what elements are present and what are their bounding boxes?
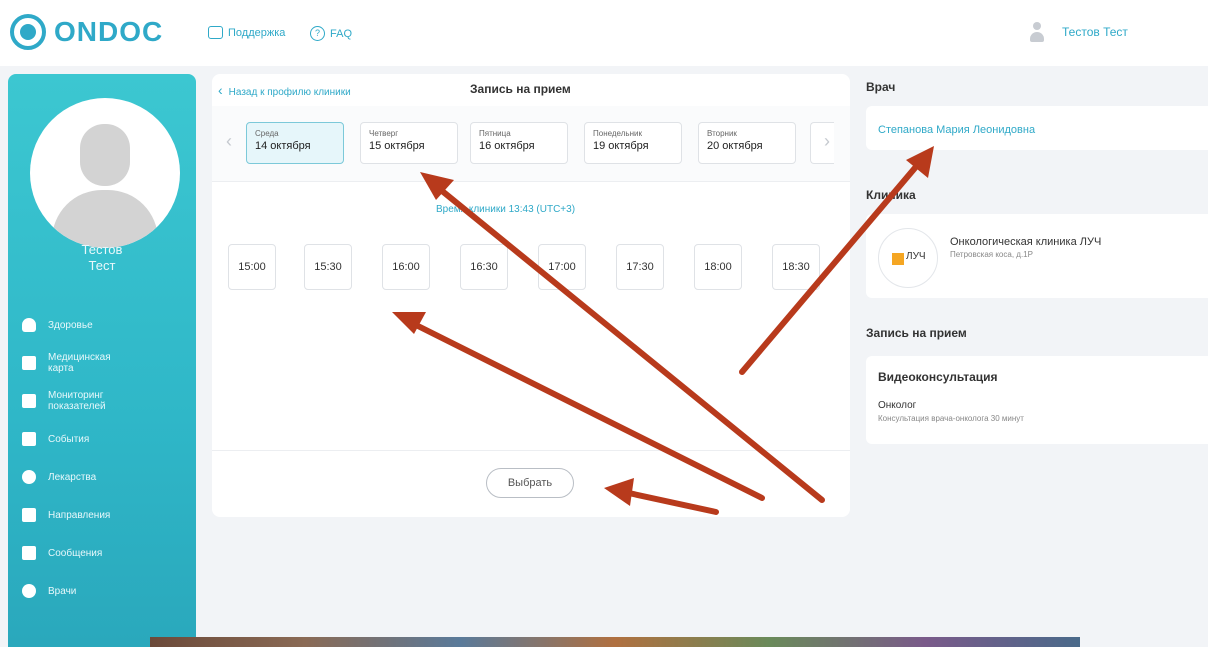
clinic-logo: ЛУЧ	[878, 228, 938, 288]
top-bar: ONDOC Поддержка ? FAQ Тестов Тест	[0, 0, 1208, 66]
date-option[interactable]: Понедельник 19 октября	[584, 122, 682, 164]
doctor-icon	[22, 584, 36, 598]
select-button[interactable]: Выбрать	[486, 468, 574, 498]
date-day-month: 15 октября	[369, 140, 425, 152]
date-option[interactable]: Пятница 16 октября	[470, 122, 568, 164]
user-avatar-icon	[1030, 22, 1044, 42]
pills-icon	[22, 470, 36, 484]
avatar-head	[80, 124, 130, 186]
date-picker: ‹ Среда 14 октября Четверг 15 октября Пя…	[212, 106, 850, 182]
time-slot[interactable]: 15:00	[228, 244, 276, 290]
chart-icon	[22, 394, 36, 408]
sidebar-item-doctors[interactable]: Врачи	[22, 572, 192, 610]
time-slot[interactable]: 18:30	[772, 244, 820, 290]
sidebar-menu: Здоровье Медицинская карта Мониторинг по…	[22, 306, 192, 610]
chevron-left-icon: ‹	[218, 82, 223, 98]
sidebar-item-label: События	[48, 433, 90, 445]
avatar	[30, 98, 180, 248]
next-dates-button[interactable]: ›	[824, 131, 830, 152]
back-label: Назад к профилю клиники	[228, 87, 351, 98]
consultation-description: Консультация врача-онколога 30 минут	[878, 414, 1024, 423]
date-weekday: Среда	[255, 129, 279, 138]
heart-icon	[22, 318, 36, 332]
user-menu[interactable]: Тестов Тест	[1030, 22, 1128, 42]
sidebar-item-messages[interactable]: Сообщения	[22, 534, 192, 572]
chat-icon	[208, 26, 223, 39]
medical-card-icon	[22, 356, 36, 370]
doctor-card: Степанова Мария Леонидовна	[866, 106, 1208, 150]
sidebar-item-monitoring[interactable]: Мониторинг показателей	[22, 382, 192, 420]
date-option[interactable]: Среда 14 октября	[246, 122, 344, 164]
clinic-name: Онкологическая клиника ЛУЧ	[950, 236, 1102, 248]
time-slot[interactable]: 16:30	[460, 244, 508, 290]
clinic-logo-text: ЛУЧ	[906, 251, 926, 262]
date-weekday: Пятница	[479, 129, 511, 138]
consultation-type: Видеоконсультация	[878, 370, 998, 384]
user-name: Тестов Тест	[1062, 25, 1128, 39]
appointment-card: Видеоконсультация Онколог Консультация в…	[866, 356, 1208, 444]
support-label: Поддержка	[228, 26, 286, 39]
sidebar-item-label: Мониторинг показателей	[48, 390, 106, 412]
referral-icon	[22, 508, 36, 522]
logo-circle-icon	[10, 14, 46, 50]
sidebar-last-name: Тест	[88, 258, 116, 273]
time-slot[interactable]: 16:00	[382, 244, 430, 290]
faq-link[interactable]: ? FAQ	[310, 26, 352, 41]
os-dock-strip	[150, 637, 1080, 647]
back-link[interactable]: ‹ Назад к профилю клиники	[218, 82, 351, 98]
consultation-specialty: Онколог	[878, 400, 917, 411]
sidebar-item-events[interactable]: События	[22, 420, 192, 458]
date-day-month: 20 октября	[707, 140, 763, 152]
doctor-section-title: Врач	[866, 80, 896, 94]
arrow-head-doctor	[906, 146, 934, 178]
sidebar-item-medical-card[interactable]: Медицинская карта	[22, 344, 192, 382]
sidebar: Тестов Тест Здоровье Медицинская карта М…	[8, 74, 196, 647]
clinic-card[interactable]: ЛУЧ Онкологическая клиника ЛУЧ Петровска…	[866, 214, 1208, 298]
date-option-partial[interactable]	[810, 122, 834, 164]
sidebar-item-referrals[interactable]: Направления	[22, 496, 192, 534]
clinic-section-title: Клиника	[866, 188, 916, 202]
time-slot[interactable]: 18:00	[694, 244, 742, 290]
date-option[interactable]: Четверг 15 октября	[360, 122, 458, 164]
sidebar-item-health[interactable]: Здоровье	[22, 306, 192, 344]
sidebar-item-label: Лекарства	[48, 471, 97, 483]
date-weekday: Понедельник	[593, 129, 642, 138]
sidebar-first-name: Тестов	[81, 242, 123, 257]
clinic-logo-mark-icon	[892, 253, 904, 265]
sidebar-item-medicines[interactable]: Лекарства	[22, 458, 192, 496]
date-option[interactable]: Вторник 20 октября	[698, 122, 796, 164]
sidebar-item-label: Врачи	[48, 585, 77, 597]
date-day-month: 19 октября	[593, 140, 649, 152]
question-icon: ?	[310, 26, 325, 41]
time-slot[interactable]: 17:00	[538, 244, 586, 290]
doctor-name-link[interactable]: Степанова Мария Леонидовна	[878, 124, 1035, 136]
page-title: Запись на прием	[470, 82, 571, 96]
time-slot[interactable]: 17:30	[616, 244, 664, 290]
booking-card: ‹ Назад к профилю клиники Запись на прием…	[212, 74, 850, 517]
date-weekday: Четверг	[369, 129, 399, 138]
avatar-body	[52, 190, 158, 248]
card-divider	[212, 450, 850, 451]
sidebar-item-label: Направления	[48, 509, 111, 521]
appointment-section-title: Запись на прием	[866, 326, 967, 340]
support-link[interactable]: Поддержка	[208, 26, 285, 39]
clinic-address: Петровская коса, д.1Р	[950, 250, 1033, 259]
sidebar-item-label: Сообщения	[48, 547, 103, 559]
faq-label: FAQ	[330, 27, 353, 40]
logo[interactable]: ONDOC	[10, 14, 163, 50]
sidebar-item-label: Медицинская карта	[48, 352, 111, 374]
clinic-time-label: Время клиники 13:43 (UTC+3)	[436, 204, 576, 215]
calendar-icon	[22, 432, 36, 446]
time-slot[interactable]: 15:30	[304, 244, 352, 290]
messages-icon	[22, 546, 36, 560]
date-weekday: Вторник	[707, 129, 737, 138]
logo-text: ONDOC	[54, 16, 164, 47]
sidebar-item-label: Здоровье	[48, 319, 93, 331]
date-day-month: 16 октября	[479, 140, 535, 152]
prev-dates-button[interactable]: ‹	[226, 131, 232, 152]
date-day-month: 14 октября	[255, 140, 311, 152]
